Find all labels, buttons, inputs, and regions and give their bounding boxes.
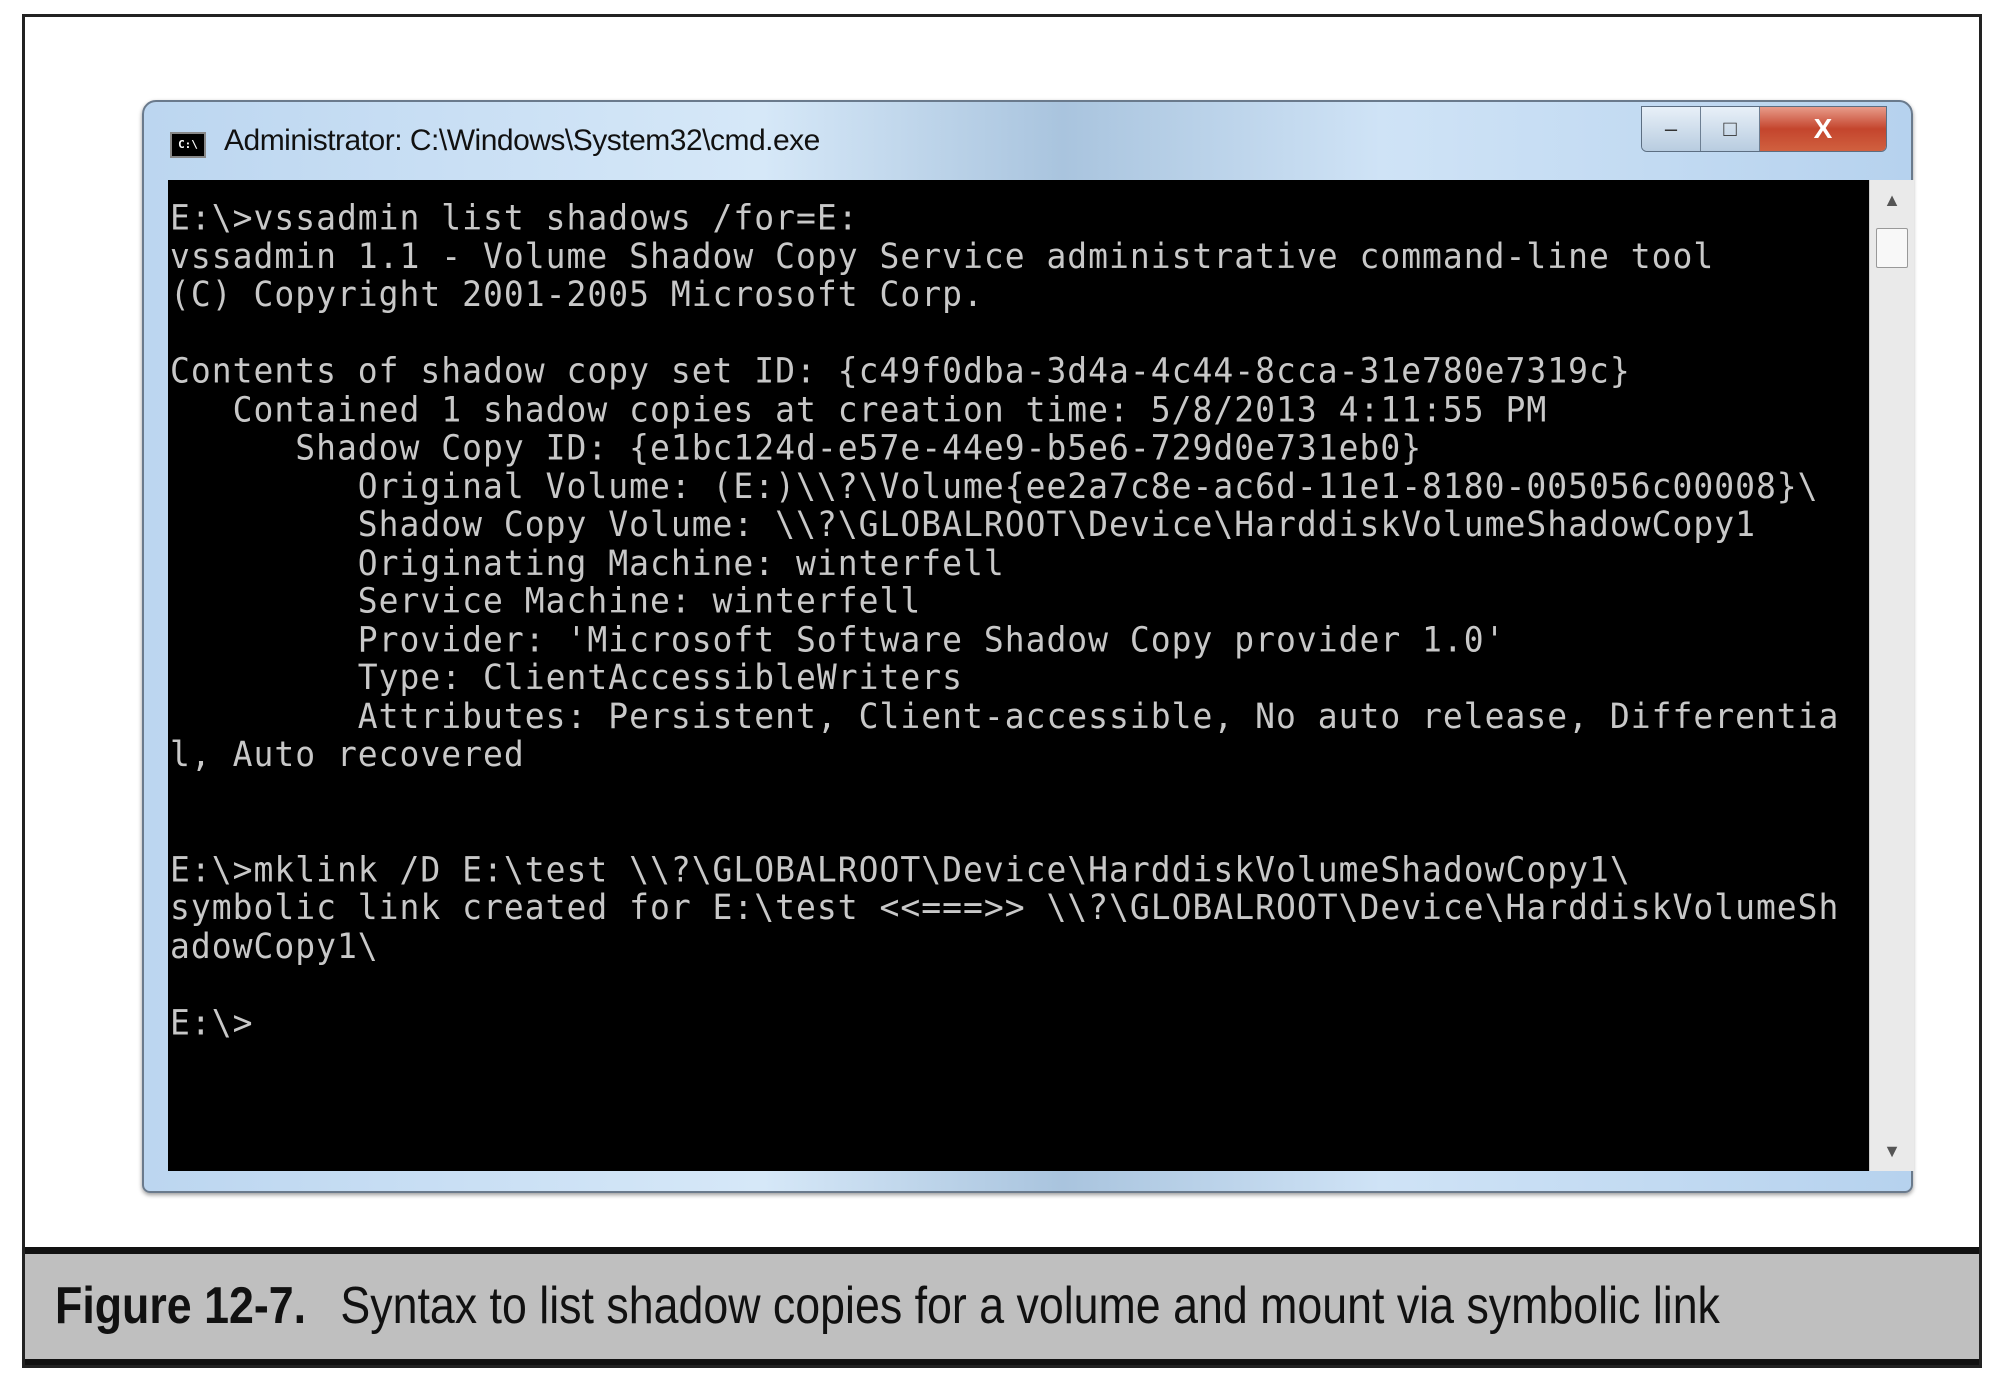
console-output[interactable]: E:\>vssadmin list shadows /for=E: vssadmi… [168,180,1869,1171]
console-line: l, Auto recovered [170,733,525,775]
console-line: Originating Machine: winterfell [170,541,1005,583]
console-line: Contents of shadow copy set ID: {c49f0db… [170,350,1631,392]
console-text: E:\>vssadmin list shadows /for=E: vssadmi… [168,180,1869,1042]
vertical-scrollbar[interactable]: ▲ ▼ [1869,180,1914,1171]
console-line: Service Machine: winterfell [170,580,922,621]
cmd-window: C:\ Administrator: C:\Windows\System32\c… [142,100,1914,1193]
console-line: Contained 1 shadow copies at creation ti… [170,388,1548,430]
cmd-icon: C:\ [170,132,206,158]
console-line: (C) Copyright 2001-2005 Microsoft Corp. [170,273,984,315]
figure-number: Figure 12-7. [55,1277,307,1335]
console-line: Type: ClientAccessibleWriters [170,656,963,698]
maximize-button[interactable]: □ [1701,107,1760,151]
close-button[interactable]: X [1760,107,1886,151]
title-bar[interactable]: C:\ Administrator: C:\Windows\System32\c… [144,102,1911,182]
console-line: Provider: 'Microsoft Software Shadow Cop… [170,618,1506,660]
console-line: Attributes: Persistent, Client-accessibl… [170,695,1840,736]
scroll-down-icon[interactable]: ▼ [1870,1131,1914,1171]
console-line: symbolic link created for E:\test <<===>… [170,886,1840,928]
scroll-up-icon[interactable]: ▲ [1870,180,1914,220]
figure-frame: C:\ Administrator: C:\Windows\System32\c… [22,14,1982,1368]
console-line: vssadmin 1.1 - Volume Shadow Copy Servic… [170,235,1715,277]
console-line: E:\>mklink /D E:\test \\?\GLOBALROOT\Dev… [170,848,1631,890]
window-title: Administrator: C:\Windows\System32\cmd.e… [224,124,820,157]
console-line: adowCopy1\ [170,924,379,966]
figure-caption: Figure 12-7. Syntax to list shadow copies… [25,1247,1979,1365]
console-line: Original Volume: (E:)\\?\Volume{ee2a7c8e… [170,465,1819,507]
console-line: E:\> [170,1001,254,1043]
console-line: E:\>vssadmin list shadows /for=E: [170,196,859,238]
scroll-thumb[interactable] [1876,228,1908,268]
caption-text: Syntax to list shadow copies for a volum… [340,1277,1720,1335]
minimize-button[interactable]: – [1642,107,1701,151]
console-line: Shadow Copy ID: {e1bc124d-e57e-44e9-b5e6… [170,426,1423,468]
console-line: Shadow Copy Volume: \\?\GLOBALROOT\Devic… [170,503,1756,545]
window-controls: – □ X [1641,106,1887,152]
